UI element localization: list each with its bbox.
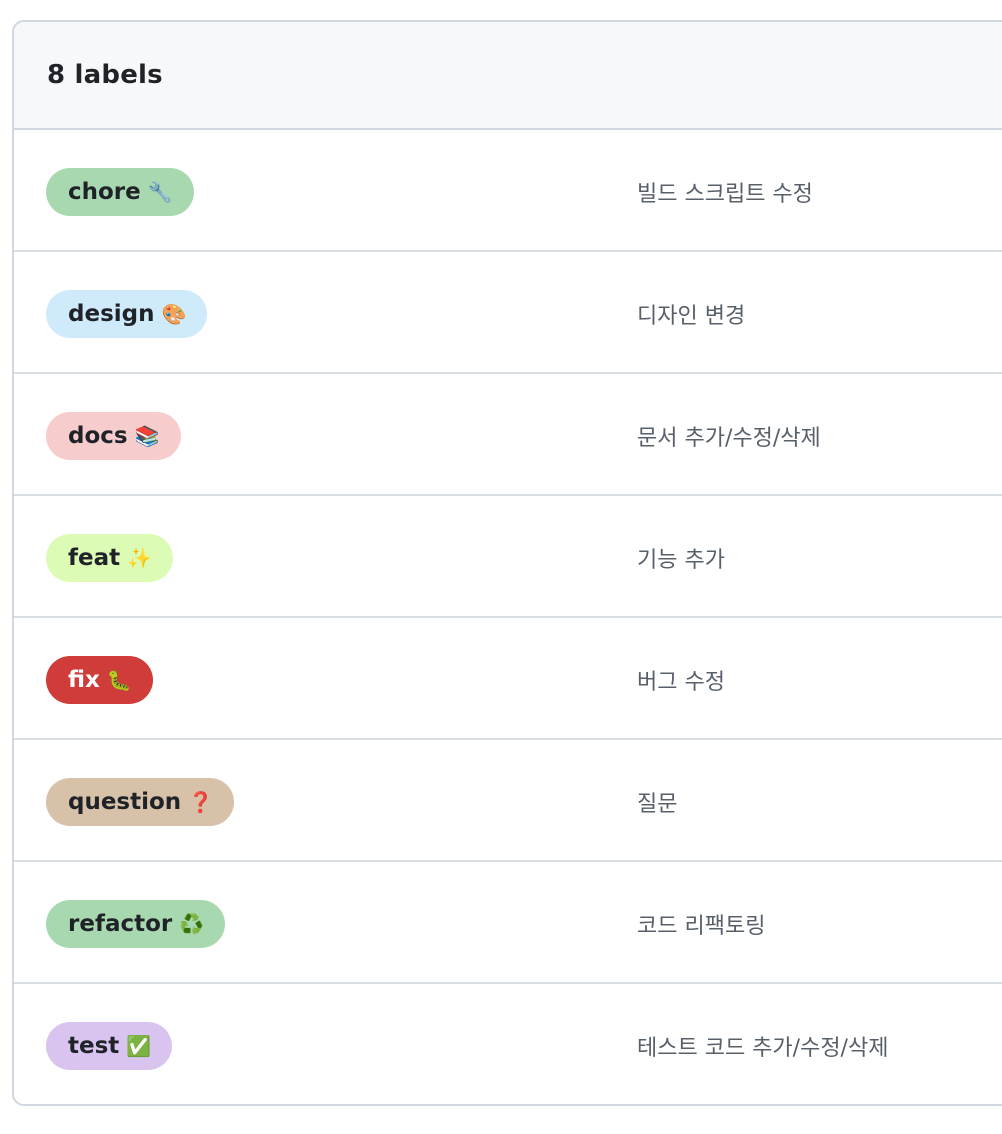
label-row: design 🎨 디자인 변경 — [14, 252, 1002, 374]
labels-list-header: 8 labels — [14, 22, 1002, 130]
label-pill-design[interactable]: design 🎨 — [46, 290, 208, 338]
label-description: 코드 리팩토링 — [637, 914, 766, 939]
label-row: refactor ♻️ 코드 리팩토링 — [14, 862, 1002, 984]
label-row: test ✅ 테스트 코드 추가/수정/삭제 — [14, 984, 1002, 1104]
labels-count-title: 8 labels — [47, 60, 163, 90]
label-description: 테스트 코드 추가/수정/삭제 — [637, 1036, 889, 1061]
label-row: feat ✨ 기능 추가 — [14, 496, 1002, 618]
label-name: refactor — [68, 911, 173, 937]
label-emoji-icon: 🔧 — [147, 180, 173, 204]
label-emoji-icon: 📚 — [134, 424, 160, 448]
label-pill-docs[interactable]: docs 📚 — [46, 412, 181, 460]
label-pill-chore[interactable]: chore 🔧 — [46, 168, 194, 216]
label-description: 버그 수정 — [637, 670, 725, 695]
label-pill-question[interactable]: question ❓ — [46, 778, 235, 826]
labels-list: 8 labels chore 🔧 빌드 스크립트 수정 design 🎨 디자인 변경 do… — [12, 20, 1002, 1106]
label-description: 기능 추가 — [637, 548, 725, 573]
label-emoji-icon: ✨ — [127, 546, 153, 570]
label-pill-refactor[interactable]: refactor ♻️ — [46, 900, 226, 948]
label-pill-feat[interactable]: feat ✨ — [46, 534, 174, 582]
label-description: 빌드 스크립트 수정 — [637, 182, 813, 207]
label-description: 디자인 변경 — [637, 304, 746, 329]
label-row: question ❓ 질문 — [14, 740, 1002, 862]
label-name: design — [68, 301, 155, 327]
label-emoji-icon: ❓ — [188, 790, 214, 814]
label-name: chore — [68, 179, 141, 205]
label-row: chore 🔧 빌드 스크립트 수정 — [14, 130, 1002, 252]
label-name: docs — [68, 423, 128, 449]
label-row: fix 🐛 버그 수정 — [14, 618, 1002, 740]
label-name: feat — [68, 545, 121, 571]
label-emoji-icon: ♻️ — [179, 912, 205, 936]
label-name: question — [68, 789, 182, 815]
label-pill-fix[interactable]: fix 🐛 — [46, 656, 153, 704]
label-name: fix — [68, 667, 100, 693]
label-emoji-icon: 🐛 — [106, 668, 132, 692]
label-emoji-icon: 🎨 — [161, 302, 187, 326]
label-name: test — [68, 1033, 120, 1059]
labels-rows: chore 🔧 빌드 스크립트 수정 design 🎨 디자인 변경 docs 📚 문서 추가/… — [14, 130, 1002, 1104]
label-pill-test[interactable]: test ✅ — [46, 1022, 173, 1070]
label-description: 질문 — [637, 792, 678, 817]
label-row: docs 📚 문서 추가/수정/삭제 — [14, 374, 1002, 496]
label-description: 문서 추가/수정/삭제 — [637, 426, 821, 451]
label-emoji-icon: ✅ — [126, 1034, 152, 1058]
